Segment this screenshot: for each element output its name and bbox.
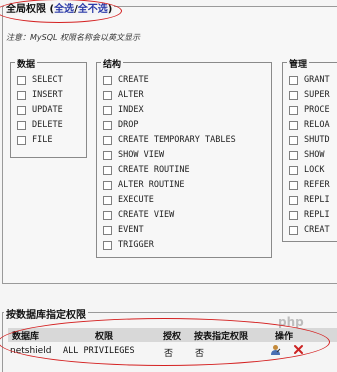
privilege-structure-6[interactable]: CREATE ROUTINE xyxy=(103,163,190,177)
privilege-label: TRIGGER xyxy=(118,240,154,250)
admin-group-title: 管理 xyxy=(287,57,310,70)
privilege-checkbox[interactable] xyxy=(103,240,112,250)
privilege-checkbox[interactable] xyxy=(289,210,298,220)
privilege-label: EVENT xyxy=(118,225,144,235)
privilege-label: GRANT xyxy=(304,75,330,85)
privilege-data-3[interactable]: DELETE xyxy=(17,118,63,132)
privilege-checkbox[interactable] xyxy=(17,120,26,130)
privilege-checkbox[interactable] xyxy=(17,135,26,145)
annotation-oval-bottom xyxy=(0,318,330,366)
privilege-checkbox[interactable] xyxy=(17,105,26,115)
structure-group: 结构 CREATE ALTER INDEX DROP CREATE TEMPORARY … xyxy=(96,57,272,258)
privilege-label: EXECUTE xyxy=(118,195,154,205)
privilege-checkbox[interactable] xyxy=(17,90,26,100)
privilege-label: SHOW VIEW xyxy=(118,150,165,160)
privilege-label: REFER xyxy=(304,180,330,190)
privilege-label: INDEX xyxy=(118,105,144,115)
privilege-label: FILE xyxy=(32,135,53,145)
privilege-data-4[interactable]: FILE xyxy=(17,133,52,147)
privilege-checkbox[interactable] xyxy=(289,135,298,145)
privileges-note: 注意：MySQL 权限名称会以英文显示 xyxy=(6,33,141,42)
privilege-checkbox[interactable] xyxy=(103,180,112,190)
privilege-checkbox[interactable] xyxy=(103,165,112,175)
privilege-admin-9[interactable]: REPLI xyxy=(289,208,330,222)
privilege-admin-6[interactable]: LOCK xyxy=(289,163,324,177)
privilege-checkbox[interactable] xyxy=(103,90,112,100)
privilege-checkbox[interactable] xyxy=(289,90,298,100)
privilege-label: SELECT xyxy=(32,75,63,85)
privilege-structure-9[interactable]: CREATE VIEW xyxy=(103,208,174,222)
privilege-label: RELOA xyxy=(304,120,330,130)
privilege-structure-0[interactable]: CREATE xyxy=(103,73,149,87)
privilege-label: ALTER xyxy=(118,90,144,100)
admin-group: 管理 GRANT SUPER PROCE RELOA SHUTD SHOW LOCK REFE… xyxy=(282,57,337,242)
privilege-checkbox[interactable] xyxy=(103,150,112,160)
privilege-admin-4[interactable]: SHUTD xyxy=(289,133,330,147)
privilege-checkbox[interactable] xyxy=(17,75,26,85)
privilege-structure-5[interactable]: SHOW VIEW xyxy=(103,148,164,162)
privilege-checkbox[interactable] xyxy=(289,225,298,235)
privilege-checkbox[interactable] xyxy=(103,120,112,130)
privilege-label: CREATE xyxy=(118,75,149,85)
privilege-structure-10[interactable]: EVENT xyxy=(103,223,144,237)
privilege-label: LOCK xyxy=(304,165,325,175)
structure-group-title: 结构 xyxy=(101,57,124,70)
privilege-data-2[interactable]: UPDATE xyxy=(17,103,63,117)
privilege-structure-1[interactable]: ALTER xyxy=(103,88,144,102)
privilege-label: INSERT xyxy=(32,90,63,100)
privilege-label: ALTER ROUTINE xyxy=(118,180,185,190)
privilege-checkbox[interactable] xyxy=(289,180,298,190)
privilege-checkbox[interactable] xyxy=(103,105,112,115)
privilege-label: SUPER xyxy=(304,90,330,100)
privilege-label: CREATE VIEW xyxy=(118,210,175,220)
privilege-structure-7[interactable]: ALTER ROUTINE xyxy=(103,178,185,192)
privilege-checkbox[interactable] xyxy=(289,165,298,175)
privilege-checkbox[interactable] xyxy=(103,75,112,85)
privilege-structure-8[interactable]: EXECUTE xyxy=(103,193,154,207)
privilege-checkbox[interactable] xyxy=(103,225,112,235)
privilege-label: CREATE TEMPORARY TABLES xyxy=(118,135,236,145)
privilege-structure-11[interactable]: TRIGGER xyxy=(103,238,154,252)
privilege-checkbox[interactable] xyxy=(289,75,298,85)
privilege-structure-2[interactable]: INDEX xyxy=(103,103,144,117)
privilege-label: REPLI xyxy=(304,195,330,205)
privilege-checkbox[interactable] xyxy=(289,150,298,160)
privilege-structure-4[interactable]: CREATE TEMPORARY TABLES xyxy=(103,133,236,147)
privilege-label: SHUTD xyxy=(304,135,330,145)
privilege-checkbox[interactable] xyxy=(289,105,298,115)
privilege-admin-5[interactable]: SHOW xyxy=(289,148,324,162)
privilege-checkbox[interactable] xyxy=(289,195,298,205)
privilege-structure-3[interactable]: DROP xyxy=(103,118,138,132)
privilege-admin-8[interactable]: REPLI xyxy=(289,193,330,207)
privilege-label: DELETE xyxy=(32,120,63,130)
privilege-admin-3[interactable]: RELOA xyxy=(289,118,330,132)
privilege-checkbox[interactable] xyxy=(103,135,112,145)
privilege-admin-7[interactable]: REFER xyxy=(289,178,330,192)
privilege-admin-2[interactable]: PROCE xyxy=(289,103,330,117)
privilege-admin-10[interactable]: CREAT xyxy=(289,223,330,237)
privilege-label: SHOW xyxy=(304,150,325,160)
privilege-label: REPLI xyxy=(304,210,330,220)
privilege-data-1[interactable]: INSERT xyxy=(17,88,63,102)
privilege-checkbox[interactable] xyxy=(103,210,112,220)
privilege-data-0[interactable]: SELECT xyxy=(17,73,63,87)
data-group: 数据 SELECT INSERT UPDATE DELETE FILE xyxy=(10,57,87,158)
privilege-label: PROCE xyxy=(304,105,330,115)
privilege-label: CREATE ROUTINE xyxy=(118,165,190,175)
privilege-checkbox[interactable] xyxy=(289,120,298,130)
privilege-admin-0[interactable]: GRANT xyxy=(289,73,330,87)
db-privileges-title: 按数据库指定权限 xyxy=(4,306,88,321)
privilege-checkbox[interactable] xyxy=(103,195,112,205)
privilege-admin-1[interactable]: SUPER xyxy=(289,88,330,102)
data-group-title: 数据 xyxy=(15,57,38,70)
privilege-label: DROP xyxy=(118,120,139,130)
privilege-label: UPDATE xyxy=(32,105,63,115)
privilege-label: CREAT xyxy=(304,225,330,235)
